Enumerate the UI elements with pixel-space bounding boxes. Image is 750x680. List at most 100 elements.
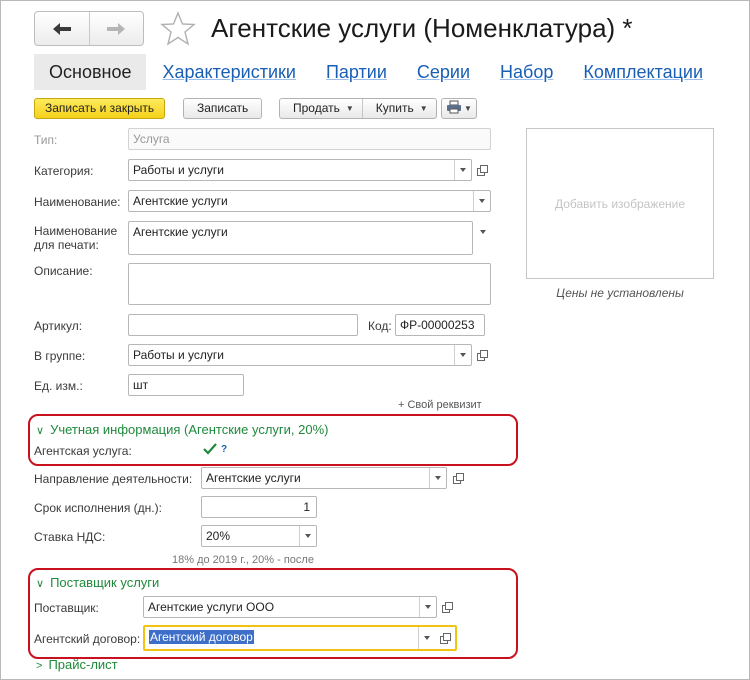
supplier-value: Агентские услуги ООО xyxy=(148,600,275,614)
group-field[interactable]: Работы и услуги xyxy=(128,344,472,366)
category-dropdown-button[interactable] xyxy=(454,160,471,180)
unit-label: Ед. изм.: xyxy=(34,379,83,393)
article-label: Артикул: xyxy=(34,319,83,333)
back-button[interactable] xyxy=(35,12,89,45)
print-button[interactable]: ▼ xyxy=(441,98,477,119)
help-icon[interactable]: ? xyxy=(221,444,227,455)
activity-open-button[interactable] xyxy=(450,468,466,488)
agent-service-checkbox[interactable] xyxy=(203,442,217,456)
category-value: Работы и услуги xyxy=(133,163,225,177)
tab-characteristics[interactable]: Характеристики xyxy=(148,54,309,90)
print-name-label-line2: для печати: xyxy=(34,238,99,252)
page-title: Агентские услуги (Номенклатура) * xyxy=(211,13,633,43)
dropdown-arrow-icon: ▼ xyxy=(419,104,428,113)
contract-field[interactable]: Агентский договор xyxy=(143,625,457,651)
open-window-icon xyxy=(452,472,464,484)
tab-main[interactable]: Основное xyxy=(34,54,147,90)
supplier-section-header[interactable]: ∨ Поставщик услуги xyxy=(36,575,159,590)
article-field[interactable] xyxy=(128,314,358,336)
arrow-left-icon xyxy=(52,22,71,35)
print-name-dropdown-button[interactable] xyxy=(474,222,491,242)
agent-service-label: Агентская услуга: xyxy=(34,444,132,458)
chevron-down-icon xyxy=(305,534,311,538)
name-field[interactable]: Агентские услуги xyxy=(128,190,491,212)
sell-button[interactable]: Продать ▼ xyxy=(280,99,362,118)
form-window: Агентские услуги (Номенклатура) * Основн… xyxy=(0,0,750,680)
save-and-close-button[interactable]: Записать и закрыть xyxy=(34,98,166,119)
group-label: В группе: xyxy=(34,349,86,363)
name-dropdown-button[interactable] xyxy=(473,191,490,211)
pricelist-section-header[interactable]: > Прайс-лист xyxy=(36,657,118,672)
nav-buttons xyxy=(34,11,144,46)
supplier-field[interactable]: Агентские услуги ООО xyxy=(143,596,437,618)
activity-field[interactable]: Агентские услуги xyxy=(201,467,447,489)
favorite-star-icon[interactable] xyxy=(160,11,196,47)
custom-attribute-link[interactable]: + Свой реквизит xyxy=(398,399,482,411)
description-field[interactable] xyxy=(128,263,491,305)
arrow-right-icon xyxy=(107,22,126,35)
pricelist-header-text: Прайс-лист xyxy=(48,657,118,672)
open-window-icon xyxy=(476,164,488,176)
type-label: Тип: xyxy=(34,133,58,147)
category-open-button[interactable] xyxy=(474,160,490,180)
vat-value: 20% xyxy=(206,529,231,543)
vat-dropdown-button[interactable] xyxy=(299,526,316,546)
print-name-field[interactable]: Агентские услуги xyxy=(128,221,473,255)
open-window-icon xyxy=(441,601,453,613)
unit-field[interactable]: шт xyxy=(128,374,244,396)
code-label: Код: xyxy=(368,319,392,333)
group-value: Работы и услуги xyxy=(133,348,225,362)
buy-button[interactable]: Купить ▼ xyxy=(361,99,436,118)
forward-button[interactable] xyxy=(88,12,144,45)
accounting-header-text: Учетная информация (Агентские услуги, 20… xyxy=(50,422,329,437)
category-field[interactable]: Работы и услуги xyxy=(128,159,472,181)
chevron-down-icon xyxy=(425,605,431,609)
accounting-section-header[interactable]: ∨ Учетная информация (Агентские услуги, 2… xyxy=(36,422,329,437)
tab-kits[interactable]: Комплектации xyxy=(569,54,717,90)
supplier-header-text: Поставщик услуги xyxy=(50,575,160,590)
name-value: Агентские услуги xyxy=(133,194,228,208)
tab-bar: Основное Характеристики Партии Серии Наб… xyxy=(34,54,717,92)
contract-open-button[interactable] xyxy=(437,627,453,649)
supplier-label: Поставщик: xyxy=(34,601,99,615)
dropdown-arrow-icon: ▼ xyxy=(464,104,472,113)
group-open-button[interactable] xyxy=(474,345,490,365)
chevron-down-icon: ∨ xyxy=(36,425,45,437)
open-window-icon xyxy=(439,632,451,644)
chevron-down-icon xyxy=(460,353,466,357)
term-field[interactable]: 1 xyxy=(201,496,317,518)
activity-label: Направление деятельности: xyxy=(34,472,193,486)
add-image-label: Добавить изображение xyxy=(554,196,686,211)
tab-series[interactable]: Серии xyxy=(403,54,484,90)
category-label: Категория: xyxy=(34,164,94,178)
sell-buy-group: Продать ▼ Купить ▼ xyxy=(279,98,437,119)
contract-value: Агентский договор xyxy=(149,630,254,644)
supplier-open-button[interactable] xyxy=(439,597,455,617)
tab-set[interactable]: Набор xyxy=(486,54,567,90)
chevron-down-icon xyxy=(435,476,441,480)
code-field[interactable]: ФР-00000253 xyxy=(395,314,485,336)
group-dropdown-button[interactable] xyxy=(454,345,471,365)
sell-label: Продать xyxy=(293,101,340,115)
chevron-down-icon: ∨ xyxy=(36,578,45,590)
print-name-label: Наименование для печати: xyxy=(34,224,117,252)
vat-label: Ставка НДС: xyxy=(34,530,106,544)
image-placeholder[interactable]: Добавить изображение xyxy=(526,128,714,279)
chevron-right-icon: > xyxy=(36,660,43,672)
print-name-label-line1: Наименование xyxy=(34,224,118,238)
contract-dropdown-button[interactable] xyxy=(418,627,435,649)
tab-batches[interactable]: Партии xyxy=(312,54,401,90)
activity-dropdown-button[interactable] xyxy=(429,468,446,488)
chevron-down-icon xyxy=(460,168,466,172)
save-button[interactable]: Записать xyxy=(183,98,263,119)
type-field: Услуга xyxy=(128,128,491,150)
supplier-dropdown-button[interactable] xyxy=(419,597,436,617)
dropdown-arrow-icon: ▼ xyxy=(345,104,354,113)
chevron-down-icon xyxy=(479,199,485,203)
description-label: Описание: xyxy=(34,264,93,278)
name-label: Наименование: xyxy=(34,195,121,209)
vat-field[interactable]: 20% xyxy=(201,525,317,547)
contract-label: Агентский договор: xyxy=(34,632,141,646)
open-window-icon xyxy=(476,349,488,361)
buy-label: Купить xyxy=(375,101,414,115)
